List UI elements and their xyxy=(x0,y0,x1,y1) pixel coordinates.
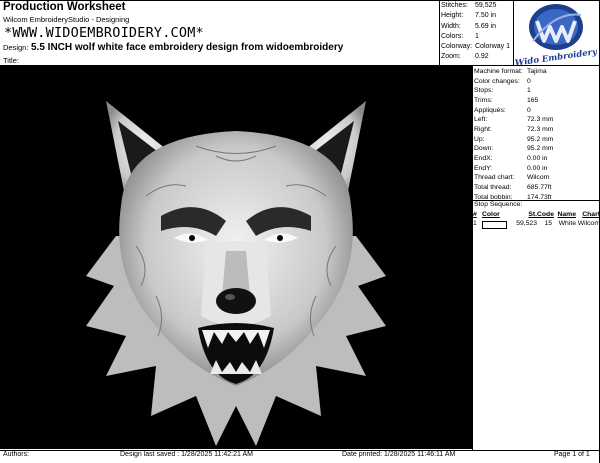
stat-label: Colorway: xyxy=(441,43,473,51)
col-chart: Chart xyxy=(582,211,600,218)
detail-row: Thread chart: Wilcom xyxy=(474,173,598,183)
date-printed: Date printed: 1/28/2025 11:46:11 AM xyxy=(342,451,456,458)
stat-row: Height: 7.50 in xyxy=(441,11,510,21)
detail-label: Machine format: xyxy=(474,68,523,75)
detail-value: 685.77ft xyxy=(527,183,552,191)
detail-label: Left: xyxy=(474,116,488,124)
stop-sequence-table: # Color St. Code Name Chart 1 59,523 15 … xyxy=(473,211,600,231)
detail-label: Right: xyxy=(474,125,492,133)
table-row: 1 59,523 15 White Wilcom xyxy=(473,220,600,231)
stat-value: 1 xyxy=(475,32,479,40)
detail-label: EndY: xyxy=(474,164,493,172)
detail-value: 95.2 mm xyxy=(527,135,554,143)
detail-value: 0.00 in xyxy=(527,154,548,162)
row-name: White xyxy=(558,220,576,227)
detail-row: Total thread: 685.77ft xyxy=(474,183,598,193)
detail-value: 72.3 mm xyxy=(527,125,554,133)
detail-value: 0 xyxy=(527,106,531,114)
stat-label: Zoom: xyxy=(441,53,461,61)
design-preview xyxy=(0,66,472,449)
stat-row: Stitches: 59,525 xyxy=(441,1,510,11)
col-code: Code xyxy=(537,211,554,218)
title-label: Title: xyxy=(3,56,19,65)
detail-row: Down: 95.2 mm xyxy=(474,144,598,154)
detail-row: Trims: 165 xyxy=(474,96,598,106)
detail-row: Stops: 1 xyxy=(474,86,598,96)
footer-divider xyxy=(0,450,600,451)
detail-value: 0.00 in xyxy=(527,164,548,172)
stat-row: Colorway: Colorway 1 xyxy=(441,42,510,52)
stop-sequence-label: Stop Sequence: xyxy=(474,201,523,208)
row-num: 1 xyxy=(473,220,477,227)
detail-label: EndX: xyxy=(474,154,493,162)
detail-row: EndX: 0.00 in xyxy=(474,154,598,164)
stat-label: Height: xyxy=(441,12,464,20)
detail-value: Tajima xyxy=(527,68,547,75)
stat-value: 5.69 in xyxy=(475,22,497,30)
detail-row: Machine format: Tajima xyxy=(474,67,598,77)
detail-label: Down: xyxy=(474,145,494,153)
detail-label: Up: xyxy=(474,135,485,143)
watermark-url: *WWW.WIDOEMBROIDERY.COM* xyxy=(4,25,204,41)
col-color: Color xyxy=(482,211,500,218)
wido-logo: Wido Embroidery xyxy=(514,1,599,69)
design-name: 5.5 INCH wolf white face embroidery desi… xyxy=(31,42,344,53)
stats-panel: Stitches: 59,525 Height: 7.50 in Width: 5.6… xyxy=(441,1,510,63)
detail-row: Appliqués: 0 xyxy=(474,106,598,116)
detail-label: Thread chart: xyxy=(474,174,515,182)
wolf-face-icon xyxy=(86,101,386,446)
col-num: # xyxy=(473,211,477,218)
stat-label: Stitches: xyxy=(441,2,468,9)
row-st: 59,523 xyxy=(516,220,537,227)
stat-row: Colors: 1 xyxy=(441,32,510,42)
stat-label: Colors: xyxy=(441,32,464,40)
details-panel: Machine format: Tajima Color changes: 0 St… xyxy=(474,67,598,202)
detail-label: Total thread: xyxy=(474,183,512,191)
row-chart: Wilcom xyxy=(577,220,600,227)
stat-value: 7.50 in xyxy=(475,12,497,20)
detail-value: 1 xyxy=(527,87,531,95)
detail-row: Color changes: 0 xyxy=(474,77,598,87)
detail-label: Color changes: xyxy=(474,77,520,85)
stat-value: 0.92 xyxy=(475,53,489,61)
design-label: Design: xyxy=(3,43,29,52)
last-saved: Design last saved : 1/28/2025 11:42:21 A… xyxy=(120,451,253,458)
sidebar-divider xyxy=(472,66,473,450)
logo-divider xyxy=(513,0,514,66)
detail-label: Stops: xyxy=(474,87,494,95)
software-subtitle: Wilcom EmbroideryStudio - Designing xyxy=(3,15,130,24)
detail-value: 165 xyxy=(527,96,539,104)
stat-row: Zoom: 0.92 xyxy=(441,52,510,62)
authors-label: Authors: xyxy=(3,451,30,458)
detail-value: 0 xyxy=(527,77,531,85)
detail-row: Left: 72.3 mm xyxy=(474,115,598,125)
col-st: St. xyxy=(528,211,537,218)
detail-row: Right: 72.3 mm xyxy=(474,125,598,135)
color-swatch xyxy=(482,220,514,231)
detail-label: Appliqués: xyxy=(474,106,506,114)
col-name: Name xyxy=(557,211,576,218)
detail-row: EndY: 0.00 in xyxy=(474,164,598,174)
detail-value: 72.3 mm xyxy=(527,116,554,124)
detail-row: Up: 95.2 mm xyxy=(474,135,598,145)
worksheet-title: Production Worksheet xyxy=(3,1,126,13)
detail-value: 174.73ft xyxy=(527,193,552,201)
stats-divider xyxy=(439,0,440,66)
page-number: Page 1 of 1 xyxy=(554,451,590,458)
detail-value: Wilcom xyxy=(527,174,550,182)
detail-label: Trims: xyxy=(474,96,493,104)
stat-value: Colorway 1 xyxy=(475,43,511,51)
detail-value: 95.2 mm xyxy=(527,145,554,153)
stat-row: Width: 5.69 in xyxy=(441,22,510,32)
stat-value: 59,525 xyxy=(475,2,497,9)
stat-label: Width: xyxy=(441,22,461,30)
table-header: # Color St. Code Name Chart xyxy=(473,211,600,218)
row-code: 15 xyxy=(544,220,552,227)
